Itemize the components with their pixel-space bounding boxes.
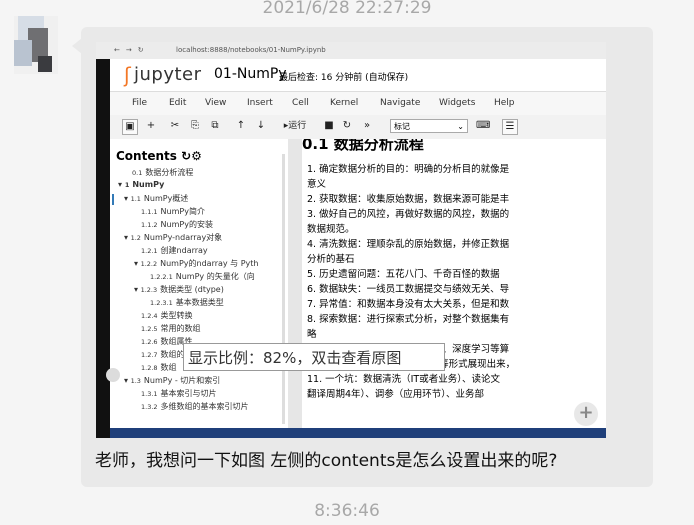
content-line: 3. 做好自己的风控，再做好数据的风控，数据的: [307, 209, 510, 220]
toc-item: ▾ 1 NumPy: [118, 180, 165, 189]
toc-item: ▾ 1.1 NumPy概述: [124, 194, 189, 203]
url-text: localhost:8888/notebooks/01-NumPy.ipynb: [176, 46, 326, 54]
keyboard-icon: ⌨: [476, 120, 491, 131]
cut-icon: ✂: [170, 120, 180, 131]
jupyter-menubar: File Edit View Insert Cell Kernel Naviga…: [110, 91, 606, 116]
toc-item: 1.2.4 类型转换: [141, 311, 193, 320]
content-line: 11. 一个坑：数据清洗（IT或者业务）、读论文: [307, 374, 500, 385]
toc-toggle-icon: ☰: [502, 119, 518, 135]
menu-navigate: Navigate: [380, 98, 421, 108]
notebook-content: 0.1 数据分析流程 1. 确定数据分析的目的：明确的分析目的就像是 意义 2.…: [302, 139, 606, 438]
move-down-icon: ↓: [256, 120, 266, 131]
menu-cell: Cell: [292, 98, 309, 108]
content-line: 6. 数据缺失：一线员工数据提交与绩效无关、导: [307, 284, 510, 295]
notebook-name: 01-NumPy: [214, 66, 287, 82]
add-cell-icon: +: [146, 120, 156, 131]
stop-icon: ■: [324, 120, 334, 131]
sender-avatar[interactable]: [14, 16, 58, 74]
toc-item: ▾ 1.2 NumPy-ndarray对象: [124, 233, 223, 242]
message-timestamp: 2021/6/28 22:27:29: [262, 0, 432, 18]
toc-active-marker: [112, 194, 114, 205]
toc-item: 1.3.2 多维数组的基本索引切片: [141, 402, 249, 411]
browser-address-bar: ←→↻ localhost:8888/notebooks/01-NumPy.ip…: [96, 42, 606, 59]
cell-type-select: 标记 ⌄: [390, 119, 468, 133]
message-timestamp-2: 8:36:46: [314, 501, 380, 521]
run-button: ▸运行: [283, 121, 307, 131]
move-up-icon: ↑: [236, 120, 246, 131]
content-line: 数据规范。: [307, 224, 355, 235]
copy-icon: ⎘: [191, 120, 199, 131]
toc-item: 1.2.7 数组的: [141, 350, 185, 359]
content-line: 分析的基石: [307, 254, 355, 265]
chevron-down-icon: ⌄: [457, 122, 464, 131]
content-line: 5. 历史遗留问题：五花八门、千奇百怪的数据: [307, 269, 500, 280]
toc-item: 1.1.1 NumPy简介: [141, 207, 205, 216]
menu-file: File: [132, 98, 148, 108]
panel-divider: [288, 139, 302, 438]
windows-taskbar: [110, 428, 606, 438]
menu-view: View: [205, 98, 227, 108]
save-icon: ▣: [122, 119, 138, 135]
toc-scrollbar: [282, 154, 285, 424]
jupyter-logo-icon: ʃ: [124, 63, 131, 87]
content-line: 略: [307, 329, 317, 340]
menu-help: Help: [494, 98, 515, 108]
menu-kernel: Kernel: [330, 98, 359, 108]
content-line: 4. 清洗数据：理顺杂乱的原始数据，并修正数据: [307, 239, 510, 250]
toc-item: 1.2.1 创建ndarray: [141, 246, 208, 255]
menu-insert: Insert: [247, 98, 273, 108]
toc-refresh-icon: ↻⚙: [181, 149, 202, 163]
content-line: 1. 确定数据分析的目的：明确的分析目的就像是: [307, 164, 510, 175]
restart-icon: ↻: [342, 120, 352, 131]
jupyter-brand: jupyter: [134, 64, 202, 85]
toc-item: ▾ 1.2.2 NumPy的ndarray 与 Pyth: [134, 259, 259, 268]
content-line: 7. 异常值：和数据本身没有太大关系，但是和数: [307, 299, 510, 310]
image-side-icon: [106, 368, 120, 382]
toc-item: 1.2.2.1 NumPy 的矢量化（向: [150, 272, 255, 281]
zoom-in-icon[interactable]: +: [574, 402, 598, 426]
content-line: 8. 探索数据：进行探索式分析，对整个数据集有: [307, 314, 510, 325]
browser-nav-icons: ←→↻: [114, 46, 150, 54]
checkpoint-status: 最后检查: 16 分钟前 (自动保存): [279, 73, 409, 83]
section-heading: 0.1 数据分析流程: [302, 139, 424, 153]
toc-item: ▾ 1.2.3 数据类型 (dtype): [134, 285, 224, 294]
toc-item: 1.2.8 数组: [141, 363, 177, 372]
run-label: 运行: [288, 121, 307, 131]
toc-item: ▾ 1.3 NumPy - 切片和索引: [124, 376, 221, 385]
toc-item: 0.1 数据分析流程: [132, 168, 194, 177]
toc-item: 1.1.2 NumPy的安装: [141, 220, 213, 229]
toc-title: Contents ↻⚙: [116, 149, 202, 163]
toc-panel: Contents ↻⚙ 0.1 数据分析流程 ▾ 1 NumPy ▾ 1.1 NumP…: [110, 139, 288, 438]
cell-type-value: 标记: [394, 122, 410, 131]
jupyter-toolbar: ▣ + ✂ ⎘ ⧉ ↑ ↓ ▸运行 ■ ↻ » 标记 ⌄ ⌨ ☰: [110, 115, 606, 140]
content-line: 意义: [307, 179, 327, 190]
toc-item: 1.2.5 常用的数组: [141, 324, 201, 333]
message-text: 老师，我想问一下如图 左侧的contents是怎么设置出来的呢?: [95, 451, 558, 471]
toc-title-text: Contents: [116, 149, 177, 163]
fast-forward-icon: »: [363, 120, 371, 131]
zoom-tooltip: 显示比例：82%，双击查看原图: [183, 343, 445, 371]
menu-widgets: Widgets: [439, 98, 476, 108]
menu-edit: Edit: [169, 98, 187, 108]
content-line: 翻译周期4年）、调参（应用环节）、业务部: [307, 389, 485, 400]
paste-icon: ⧉: [211, 120, 219, 131]
screenshot-image[interactable]: ←→↻ localhost:8888/notebooks/01-NumPy.ip…: [96, 42, 606, 438]
toc-item: 1.3.1 基本索引与切片: [141, 389, 217, 398]
jupyter-header: ʃ jupyter 01-NumPy 最后检查: 16 分钟前 (自动保存): [110, 59, 606, 91]
content-line: 2. 获取数据：收集原始数据，数据来源可能是丰: [307, 194, 510, 205]
toc-item: 1.2.3.1 基本数据类型: [150, 298, 224, 307]
black-side-strip: [96, 59, 110, 438]
